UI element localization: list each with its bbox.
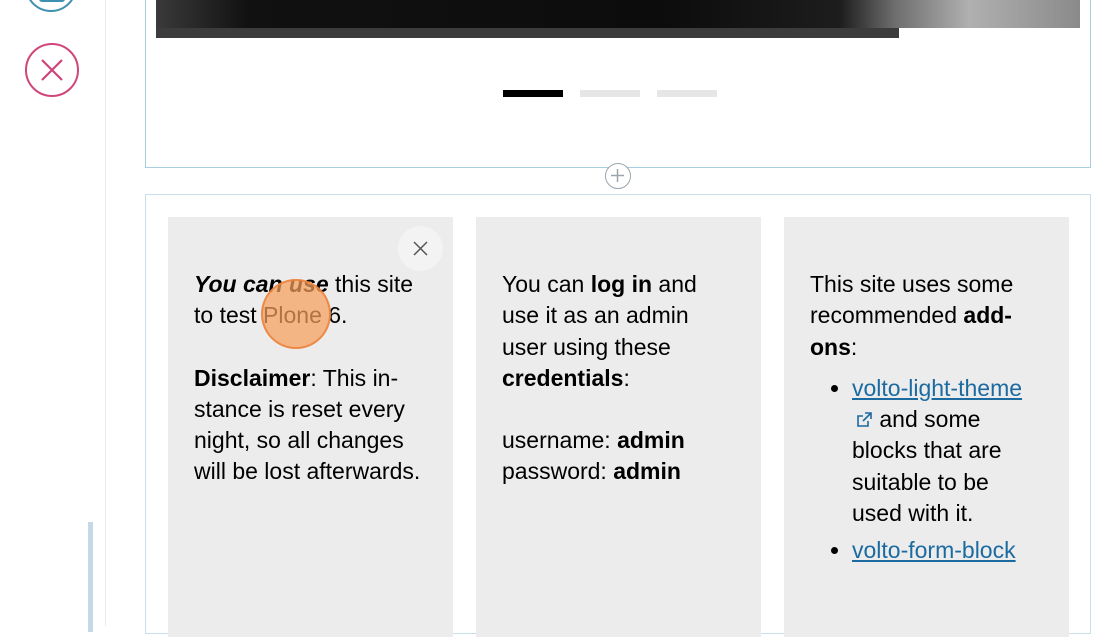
grid-column-1[interactable]: You can use this site to test Plone 6. D… bbox=[168, 217, 453, 637]
slider-dot-1[interactable] bbox=[503, 90, 563, 97]
add-block-plus-icon[interactable] bbox=[605, 163, 631, 189]
remove-block-close-icon[interactable] bbox=[398, 226, 443, 271]
edit-toolbar bbox=[0, 0, 106, 632]
edit-icon[interactable] bbox=[25, 0, 77, 12]
grid-column-3[interactable]: This site uses some recommended add-ons:… bbox=[784, 217, 1069, 637]
credentials-password: password: admin bbox=[502, 458, 681, 485]
list-item: volto-light-theme and some blocks that a… bbox=[852, 373, 1043, 529]
sidebar-scroll-indicator bbox=[88, 522, 93, 632]
slider-dot-3[interactable] bbox=[657, 90, 717, 97]
column-1-paragraph-2: Disclaimer: This in­stance is reset ever… bbox=[194, 364, 421, 485]
close-icon[interactable] bbox=[25, 43, 79, 97]
list-item: volto-form-block bbox=[852, 535, 1043, 566]
grid-column-2[interactable]: You can log in and use it as an admin us… bbox=[476, 217, 761, 637]
addons-list: volto-light-theme and some blocks that a… bbox=[810, 373, 1043, 567]
slide-image bbox=[156, 0, 1080, 28]
volto-form-block-link[interactable]: volto-form-block bbox=[852, 537, 1016, 563]
column-2-paragraph-1: You can log in and use it as an admin us… bbox=[502, 271, 697, 391]
column-3-paragraph-1: This site uses some recommended add-ons: bbox=[810, 271, 1014, 360]
slider-dot-2[interactable] bbox=[580, 90, 640, 97]
credentials-username: username: admin bbox=[502, 427, 685, 454]
slide-image-overlay bbox=[156, 28, 899, 38]
column-1-paragraph-1: You can use this site to test Plone 6. bbox=[194, 271, 414, 329]
external-link-icon bbox=[857, 412, 872, 427]
